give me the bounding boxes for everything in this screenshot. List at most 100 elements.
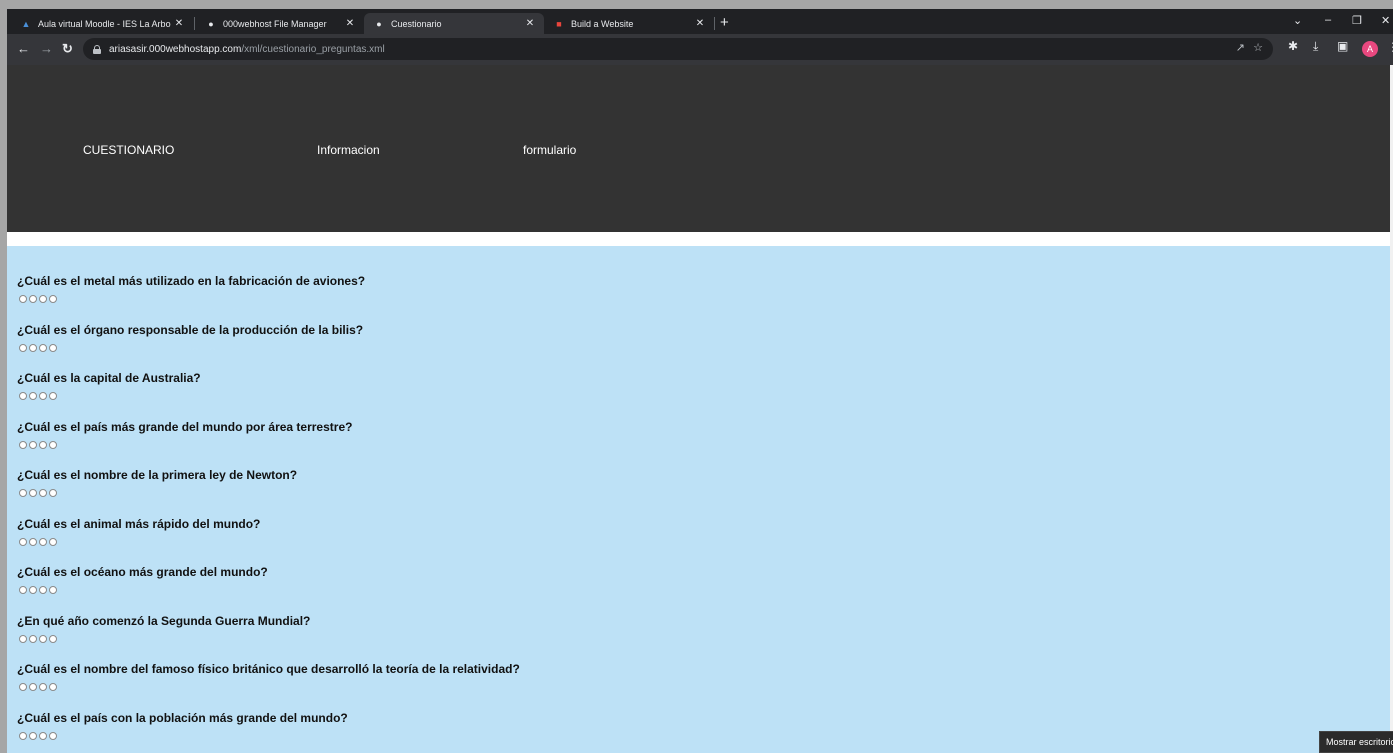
question-item: ¿En qué año comenzó la Segunda Guerra Mu…	[17, 614, 310, 643]
answer-radio[interactable]	[49, 634, 57, 643]
answer-radio[interactable]	[49, 343, 57, 352]
answer-radio[interactable]	[49, 392, 57, 400]
question-text: ¿Cuál es el país con la población más gr…	[17, 710, 348, 725]
answer-radio[interactable]	[39, 634, 47, 643]
back-icon[interactable]: ←	[17, 40, 30, 58]
answer-radio[interactable]	[19, 683, 27, 691]
question-item: ¿Cuál es el océano más grande del mundo?	[17, 565, 268, 594]
answer-radio[interactable]	[39, 489, 47, 497]
answer-options	[19, 586, 268, 594]
show-desktop-tooltip: Mostrar escritorio	[1319, 731, 1393, 753]
question-text: ¿Cuál es el océano más grande del mundo?	[17, 565, 268, 579]
question-text: ¿Cuál es el país más grande del mundo po…	[17, 419, 353, 434]
answer-radio[interactable]	[19, 392, 27, 400]
answer-options	[19, 343, 363, 352]
answer-radio[interactable]	[19, 731, 27, 740]
question-item: ¿Cuál es el nombre del famoso físico bri…	[17, 662, 520, 691]
answer-radio[interactable]	[49, 295, 57, 303]
question-text: ¿Cuál es el nombre del famoso físico bri…	[17, 662, 520, 676]
answer-radio[interactable]	[39, 537, 47, 546]
question-item: ¿Cuál es el animal más rápido del mundo?	[17, 517, 260, 546]
answer-options	[19, 634, 310, 643]
answer-options	[19, 489, 297, 497]
tab-file-manager[interactable]: ● 000webhost File Manager ✕	[196, 13, 364, 34]
side-panel-icon[interactable]: ▣	[1337, 39, 1348, 53]
close-icon[interactable]: ✕	[524, 18, 536, 29]
answer-options	[19, 683, 520, 691]
answer-radio[interactable]	[29, 295, 37, 303]
menu-kebab-icon[interactable]: ⋮	[1387, 40, 1393, 54]
question-text: ¿Cuál es el nombre de la primera ley de …	[17, 468, 298, 482]
nav-informacion[interactable]: Informacion	[317, 143, 380, 157]
close-icon[interactable]: ✕	[694, 18, 706, 29]
answer-radio[interactable]	[49, 440, 57, 449]
answer-radio[interactable]	[19, 586, 27, 594]
answer-radio[interactable]	[29, 343, 37, 352]
question-text: ¿En qué año comenzó la Segunda Guerra Mu…	[17, 613, 311, 628]
answer-radio[interactable]	[19, 440, 27, 449]
answer-radio[interactable]	[29, 683, 37, 691]
new-tab-button[interactable]: +	[720, 13, 729, 33]
url-host: ariasasir.000webhostapp.com	[109, 43, 242, 55]
answer-radio[interactable]	[49, 731, 57, 740]
answer-radio[interactable]	[39, 440, 47, 449]
tab-moodle[interactable]: ▲ Aula virtual Moodle - IES La Arbo ✕	[11, 13, 193, 34]
answer-radio[interactable]	[19, 295, 27, 303]
browser-toolbar: ← → ↻ ariasasir.000webhostapp.com/xml/cu…	[7, 34, 1393, 65]
close-icon[interactable]: ✕	[173, 18, 185, 29]
question-text: ¿Cuál es la capital de Australia?	[17, 371, 201, 385]
answer-options	[19, 440, 352, 449]
question-text: ¿Cuál es el animal más rápido del mundo?	[17, 516, 261, 531]
answer-radio[interactable]	[39, 343, 47, 352]
question-item: ¿Cuál es el metal más utilizado en la fa…	[17, 274, 365, 303]
profile-avatar[interactable]: A	[1362, 41, 1378, 57]
answer-radio[interactable]	[29, 586, 37, 594]
nav-cuestionario[interactable]: CUESTIONARIO	[83, 143, 174, 157]
answer-radio[interactable]	[39, 731, 47, 740]
answer-radio[interactable]	[39, 586, 47, 594]
answer-radio[interactable]	[39, 295, 47, 303]
nav-formulario[interactable]: formulario	[523, 143, 576, 157]
address-bar[interactable]: ariasasir.000webhostapp.com/xml/cuestion…	[83, 38, 1273, 60]
url-text: ariasasir.000webhostapp.com/xml/cuestion…	[109, 44, 385, 55]
answer-radio[interactable]	[29, 537, 37, 546]
answer-radio[interactable]	[19, 537, 27, 546]
answer-radio[interactable]	[19, 634, 27, 643]
answer-options	[19, 731, 348, 740]
reload-icon[interactable]: ↻	[62, 40, 73, 58]
answer-radio[interactable]	[29, 392, 37, 400]
share-icon[interactable]: ↗	[1236, 41, 1245, 54]
download-icon[interactable]: ⤓	[1313, 39, 1318, 54]
restore-icon[interactable]: ❐	[1352, 14, 1362, 27]
answer-radio[interactable]	[29, 634, 37, 643]
tab-search-icon[interactable]: ⌄	[1293, 14, 1302, 27]
answer-radio[interactable]	[49, 489, 57, 497]
tab-title: Build a Website	[571, 18, 634, 29]
answer-radio[interactable]	[49, 683, 57, 691]
lock-icon	[93, 44, 101, 54]
tab-title: Cuestionario	[391, 18, 442, 29]
window-close-icon[interactable]: ✕	[1381, 14, 1390, 27]
answer-radio[interactable]	[49, 537, 57, 546]
question-text: ¿Cuál es el órgano responsable de la pro…	[17, 322, 364, 337]
tab-build-website[interactable]: ■ Build a Website ✕	[544, 13, 714, 34]
extensions-icon[interactable]: ✱	[1288, 39, 1298, 53]
bookmark-star-icon[interactable]: ☆	[1253, 41, 1263, 54]
tab-cuestionario[interactable]: ● Cuestionario ✕	[364, 13, 544, 34]
tab-title: Aula virtual Moodle - IES La Arbo	[38, 18, 171, 29]
minimize-icon[interactable]: –	[1325, 14, 1331, 26]
answer-radio[interactable]	[19, 489, 27, 497]
answer-radio[interactable]	[29, 731, 37, 740]
answer-radio[interactable]	[19, 343, 27, 352]
forward-icon[interactable]: →	[40, 40, 53, 58]
browser-chrome: ▲ Aula virtual Moodle - IES La Arbo ✕ ● …	[7, 9, 1393, 65]
answer-options	[19, 537, 260, 546]
answer-options	[19, 392, 201, 400]
answer-radio[interactable]	[29, 489, 37, 497]
answer-radio[interactable]	[39, 392, 47, 400]
answer-radio[interactable]	[49, 586, 57, 594]
answer-radio[interactable]	[29, 440, 37, 449]
question-item: ¿Cuál es el órgano responsable de la pro…	[17, 323, 363, 352]
close-icon[interactable]: ✕	[344, 18, 356, 29]
answer-radio[interactable]	[39, 683, 47, 691]
